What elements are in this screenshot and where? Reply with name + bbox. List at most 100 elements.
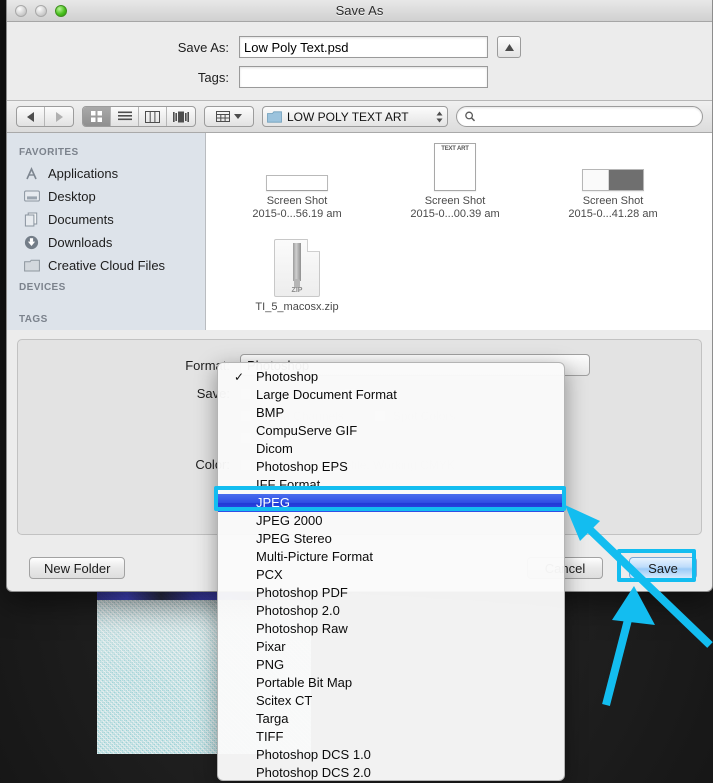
list-view-button[interactable] [111,107,139,126]
list-icon [117,111,132,121]
window-titlebar: Save As [7,0,712,22]
format-label: Format: [185,357,230,373]
chevron-down-icon [234,114,242,119]
list-item[interactable]: Screen Shot 2015-0...41.28 am [534,133,692,221]
arrange-grid-icon [216,111,230,122]
sidebar-section-devices: DEVICES [19,282,66,293]
save-as-label: Save As: [177,39,229,55]
sidebar-item-creative-cloud-files[interactable]: Creative Cloud Files [7,254,205,277]
menu-item-photoshop-dcs-1-0[interactable]: Photoshop DCS 1.0 [218,746,564,764]
menu-item-bmp[interactable]: BMP [218,404,564,422]
screenshot-thumb-c [534,137,692,191]
sidebar-item-applications[interactable]: Applications [7,162,205,185]
screen: Save As Save As: Tags: [0,0,713,783]
up-down-arrows-icon [436,111,443,122]
new-folder-button[interactable]: New Folder [29,557,126,579]
coverflow-view-button[interactable] [167,107,195,126]
sidebar-item-documents[interactable]: Documents [7,208,205,231]
menu-item-photoshop-dcs-2-0[interactable]: Photoshop DCS 2.0 [218,764,564,780]
menu-item-photoshop-pdf[interactable]: Photoshop PDF [218,584,564,602]
save-as-input[interactable] [239,36,488,58]
list-item[interactable]: Screen Shot 2015-0...56.19 am [218,133,376,221]
triangle-up-icon [504,43,514,51]
file-name: Screen Shot 2015-0...41.28 am [568,195,658,220]
view-mode-buttons[interactable] [82,106,196,127]
menu-item-large-document-format[interactable]: Large Document Format [218,386,564,404]
path-popup-label: LOW POLY TEXT ART [287,109,409,124]
sidebar-item-label: Documents [48,212,114,227]
menu-item-multi-picture-format[interactable]: Multi-Picture Format [218,548,564,566]
grid-icon [91,111,102,122]
menu-item-png[interactable]: PNG [218,656,564,674]
save-button[interactable]: Save [629,557,697,579]
menu-item-tiff[interactable]: TIFF [218,728,564,746]
chevron-right-icon [56,111,63,122]
arrange-button[interactable] [204,106,254,127]
column-view-button[interactable] [139,107,167,126]
name-form: Save As: Tags: [7,22,712,101]
desktop-icon [23,189,40,205]
screenshot-thumb-b: TEXT ART [376,137,534,191]
folder-icon [267,110,282,123]
menu-item-pixar[interactable]: Pixar [218,638,564,656]
menu-item-dicom[interactable]: Dicom [218,440,564,458]
menu-item-scitex-ct[interactable]: Scitex CT [218,692,564,710]
sidebar-item-label: Desktop [48,189,96,204]
save-options-label: Save: [196,386,230,401]
menu-item-photoshop-2-0[interactable]: Photoshop 2.0 [218,602,564,620]
file-name: Screen Shot 2015-0...56.19 am [252,195,342,220]
sidebar-item-label: Downloads [48,235,113,250]
columns-icon [145,110,160,123]
sidebar-section-favorites: FAVORITES [19,147,79,158]
expand-browser-button[interactable] [497,36,521,58]
format-dropdown-menu[interactable]: ✓ Photoshop Large Document Format BMP Co… [217,362,565,781]
menu-item-jpeg[interactable]: JPEG [218,494,564,512]
chevron-left-icon [26,111,34,122]
downloads-icon [23,235,40,251]
menu-item-portable-bit-map[interactable]: Portable Bit Map [218,674,564,692]
icon-view-button[interactable] [83,107,111,126]
search-icon [465,111,476,122]
tags-label: Tags: [197,69,229,85]
screenshot-thumb-a [218,137,376,191]
file-name: Screen Shot 2015-0...00.39 am [410,195,500,220]
folder-icon [23,258,40,274]
window-title: Save As [335,3,384,18]
tags-row: Tags: [7,66,712,88]
menu-item-targa[interactable]: Targa [218,710,564,728]
forward-button[interactable] [45,107,73,126]
search-field[interactable] [456,106,703,127]
sidebar-item-desktop[interactable]: Desktop [7,185,205,208]
sidebar-item-label: Creative Cloud Files [48,258,166,273]
coverflow-icon [173,111,189,122]
menu-item-jpeg-2000[interactable]: JPEG 2000 [218,512,564,530]
documents-icon [23,212,40,228]
file-list-pane[interactable]: Screen Shot 2015-0...56.19 am TEXT ART Sc… [206,133,712,330]
path-popup-button[interactable]: LOW POLY TEXT ART [262,106,448,127]
list-item[interactable]: ZIP TI_5_macosx.zip [218,221,376,314]
navigation-buttons[interactable] [16,106,74,127]
search-input[interactable] [480,109,694,124]
file-grid: Screen Shot 2015-0...56.19 am TEXT ART Sc… [206,133,712,314]
zip-archive-icon: ZIP [218,235,376,297]
sidebar-section-tags: TAGS [19,314,48,325]
sidebar-item-downloads[interactable]: Downloads [7,231,205,254]
sidebar-item-label: Applications [48,166,119,181]
sidebar: FAVORITES Applications Desktop Documents… [7,133,206,330]
menu-item-photoshop-raw[interactable]: Photoshop Raw [218,620,564,638]
file-browser: FAVORITES Applications Desktop Documents… [7,133,712,330]
menu-item-pcx[interactable]: PCX [218,566,564,584]
file-name: TI_5_macosx.zip [255,301,339,313]
back-button[interactable] [17,107,45,126]
menu-item-photoshop-eps[interactable]: Photoshop EPS [218,458,564,476]
applications-icon [23,166,40,182]
checkmark-icon: ✓ [234,370,245,384]
menu-item-compuserve-gif[interactable]: CompuServe GIF [218,422,564,440]
menu-item-iff-format[interactable]: IFF Format [218,476,564,494]
menu-item-photoshop[interactable]: ✓ Photoshop [218,368,564,386]
color-label: Color: [195,457,230,472]
tags-input[interactable] [239,66,488,88]
list-item[interactable]: TEXT ART Screen Shot 2015-0...00.39 am [376,133,534,221]
save-as-row: Save As: [7,36,712,58]
menu-item-jpeg-stereo[interactable]: JPEG Stereo [218,530,564,548]
